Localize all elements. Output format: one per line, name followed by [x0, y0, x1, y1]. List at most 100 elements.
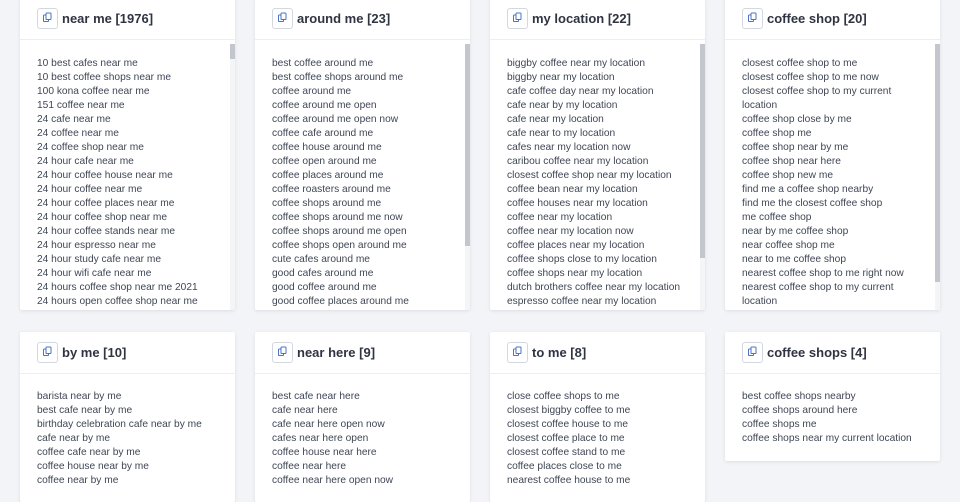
copy-button[interactable]	[742, 342, 763, 363]
keyword-item[interactable]: coffee roasters around me	[272, 183, 470, 197]
keyword-item[interactable]: cafe near by me	[37, 432, 235, 446]
keyword-item[interactable]: 24 hour coffee stands near me	[37, 225, 235, 239]
keyword-item[interactable]: near by me coffee shop	[742, 225, 940, 239]
keyword-item[interactable]: coffee shops me	[742, 418, 940, 432]
keyword-item[interactable]: coffee bean near my location	[507, 183, 705, 197]
keyword-item[interactable]: cafe near to my location	[507, 127, 705, 141]
keyword-item[interactable]: 24 hour study cafe near me	[37, 253, 235, 267]
keyword-item[interactable]: coffee house around me	[272, 141, 470, 155]
copy-button[interactable]	[507, 8, 528, 29]
keyword-item[interactable]: cafes near here open	[272, 432, 470, 446]
keyword-item[interactable]: coffee near my location	[507, 211, 705, 225]
keyword-item[interactable]: me coffee shop	[742, 211, 940, 225]
keyword-item[interactable]: coffee shop near here	[742, 155, 940, 169]
keyword-item[interactable]: coffee near here open now	[272, 474, 470, 488]
keyword-item[interactable]: best cafe near by me	[37, 404, 235, 418]
keyword-item[interactable]: coffee near here	[272, 460, 470, 474]
keyword-item[interactable]: 24 cafe near me	[37, 113, 235, 127]
copy-button[interactable]	[272, 8, 293, 29]
keyword-item[interactable]: coffee shops open around me	[272, 239, 470, 253]
keyword-item[interactable]: coffee open around me	[272, 155, 470, 169]
keyword-item[interactable]: 24 hour wifi cafe near me	[37, 267, 235, 281]
keyword-item[interactable]: coffee near by me	[37, 474, 235, 488]
keyword-item[interactable]: 24 hour cafe near me	[37, 155, 235, 169]
keyword-item[interactable]: 24 coffee near me	[37, 127, 235, 141]
keyword-item[interactable]: espresso coffee near my location	[507, 295, 705, 309]
keyword-item[interactable]: caribou coffee near my location	[507, 155, 705, 169]
keyword-item[interactable]: 24 hour coffee shop near me	[37, 211, 235, 225]
copy-button[interactable]	[37, 8, 58, 29]
keyword-item[interactable]: good coffee around me	[272, 281, 470, 295]
keyword-item[interactable]: coffee places around me	[272, 169, 470, 183]
keyword-item[interactable]: nearest coffee shop to my current locati…	[742, 281, 940, 309]
keyword-item[interactable]: coffee shop me	[742, 127, 940, 141]
keyword-item[interactable]: close coffee shops to me	[507, 390, 705, 404]
keyword-item[interactable]: coffee shop new me	[742, 169, 940, 183]
keyword-item[interactable]: coffee shops near my location	[507, 267, 705, 281]
keyword-item[interactable]: 24 hour espresso near me	[37, 239, 235, 253]
keyword-item[interactable]: biggby coffee near my location	[507, 57, 705, 71]
keyword-item[interactable]: 24 hour coffee house near me	[37, 169, 235, 183]
keyword-item[interactable]: coffee near my location now	[507, 225, 705, 239]
keyword-item[interactable]: good coffee places around me	[272, 295, 470, 309]
keyword-item[interactable]: find me a coffee shop nearby	[742, 183, 940, 197]
keyword-item[interactable]: cafe near here	[272, 404, 470, 418]
keyword-item[interactable]: best coffee shops around me	[272, 71, 470, 85]
keyword-item[interactable]: best coffee shops nearby	[742, 390, 940, 404]
keyword-item[interactable]: best coffee around me	[272, 57, 470, 71]
keyword-item[interactable]: 100 kona coffee near me	[37, 85, 235, 99]
keyword-item[interactable]: coffee shops around me now	[272, 211, 470, 225]
keyword-item[interactable]: coffee house near here	[272, 446, 470, 460]
keyword-item[interactable]: dutch brothers coffee near my location	[507, 281, 705, 295]
keyword-item[interactable]: good cafes around me	[272, 267, 470, 281]
keyword-item[interactable]: cafes near my location now	[507, 141, 705, 155]
keyword-item[interactable]: closest coffee place to me	[507, 432, 705, 446]
keyword-item[interactable]: coffee around me open now	[272, 113, 470, 127]
copy-button[interactable]	[742, 8, 763, 29]
copy-button[interactable]	[37, 342, 58, 363]
keyword-item[interactable]: closest coffee stand to me	[507, 446, 705, 460]
keyword-item[interactable]: coffee shops near my current location	[742, 432, 940, 446]
keyword-item[interactable]: near to me coffee shop	[742, 253, 940, 267]
keyword-item[interactable]: nearest coffee house to me	[507, 474, 705, 488]
keyword-item[interactable]: closest coffee house to me	[507, 418, 705, 432]
keyword-item[interactable]: coffee shop close by me	[742, 113, 940, 127]
keyword-item[interactable]: cafe near here open now	[272, 418, 470, 432]
keyword-item[interactable]: 24 hours coffee shop near me 2021	[37, 281, 235, 295]
keyword-item[interactable]: closest coffee shop to me	[742, 57, 940, 71]
keyword-item[interactable]: closest biggby coffee to me	[507, 404, 705, 418]
keyword-item[interactable]: coffee house near by me	[37, 460, 235, 474]
keyword-item[interactable]: find me the closest coffee shop	[742, 197, 940, 211]
keyword-item[interactable]: near coffee shop me	[742, 239, 940, 253]
keyword-item[interactable]: coffee cafe near by me	[37, 446, 235, 460]
keyword-item[interactable]: coffee shop near by me	[742, 141, 940, 155]
keyword-item[interactable]: coffee places near my location	[507, 239, 705, 253]
keyword-item[interactable]: coffee around me open	[272, 99, 470, 113]
keyword-item[interactable]: closest coffee shop to me now	[742, 71, 940, 85]
copy-button[interactable]	[507, 342, 528, 363]
keyword-item[interactable]: coffee shops around me	[272, 197, 470, 211]
keyword-item[interactable]: 24 hours open coffee shop near me	[37, 295, 235, 309]
keyword-item[interactable]: barista near by me	[37, 390, 235, 404]
keyword-item[interactable]: best cafe near here	[272, 390, 470, 404]
keyword-item[interactable]: cafe coffee day near my location	[507, 85, 705, 99]
keyword-item[interactable]: coffee shops close to my location	[507, 253, 705, 267]
keyword-item[interactable]: biggby near my location	[507, 71, 705, 85]
keyword-item[interactable]: 151 coffee near me	[37, 99, 235, 113]
keyword-item[interactable]: 24 hour coffee places near me	[37, 197, 235, 211]
keyword-item[interactable]: cafe near my location	[507, 113, 705, 127]
copy-button[interactable]	[272, 342, 293, 363]
keyword-item[interactable]: coffee houses near my location	[507, 197, 705, 211]
keyword-item[interactable]: coffee shops around here	[742, 404, 940, 418]
keyword-item[interactable]: coffee cafe around me	[272, 127, 470, 141]
keyword-item[interactable]: 24 coffee shop near me	[37, 141, 235, 155]
keyword-item[interactable]: 10 best cafes near me	[37, 57, 235, 71]
keyword-item[interactable]: closest coffee shop near my location	[507, 169, 705, 183]
keyword-item[interactable]: coffee around me	[272, 85, 470, 99]
keyword-item[interactable]: closest coffee shop to my current locati…	[742, 85, 940, 113]
keyword-item[interactable]: cute cafes around me	[272, 253, 470, 267]
keyword-item[interactable]: coffee places close to me	[507, 460, 705, 474]
keyword-item[interactable]: coffee shops around me open	[272, 225, 470, 239]
keyword-item[interactable]: nearest coffee shop to me right now	[742, 267, 940, 281]
keyword-item[interactable]: 24 hour coffee near me	[37, 183, 235, 197]
